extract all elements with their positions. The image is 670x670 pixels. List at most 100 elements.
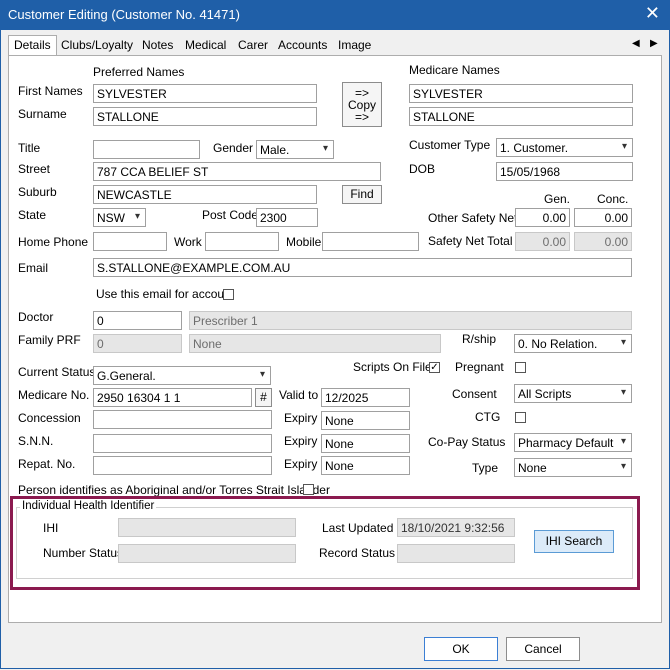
scripts-on-file-checkbox[interactable]: ✓ bbox=[429, 362, 440, 373]
concession-expiry-field[interactable]: None bbox=[321, 411, 410, 430]
suburb-label: Suburb bbox=[18, 185, 57, 199]
consent-label: Consent bbox=[452, 387, 497, 401]
gender-select[interactable]: Male. bbox=[256, 140, 334, 159]
mobile-label: Mobile bbox=[286, 235, 322, 249]
medicare-no-field[interactable]: 2950 16304 1 1 bbox=[93, 388, 252, 407]
tab-clubs-loyalty[interactable]: Clubs/Loyalty bbox=[61, 38, 133, 52]
close-icon[interactable]: ✕ bbox=[645, 3, 660, 24]
ihi-field bbox=[118, 518, 296, 537]
street-field[interactable]: 787 CCA BELIEF ST bbox=[93, 162, 381, 181]
scripts-on-file-label: Scripts On File bbox=[353, 360, 432, 374]
aboriginal-checkbox[interactable] bbox=[303, 484, 314, 495]
concession-field[interactable] bbox=[93, 410, 272, 429]
pregnant-checkbox[interactable] bbox=[515, 362, 526, 373]
ok-button[interactable]: OK bbox=[424, 637, 498, 661]
safety-net-total-gen-field: 0.00 bbox=[515, 232, 570, 251]
title-bar: Customer Editing (Customer No. 41471) ✕ bbox=[0, 0, 670, 30]
type-select[interactable]: None bbox=[514, 458, 632, 477]
street-label: Street bbox=[18, 162, 51, 176]
ihi-group-label: Individual Health Identifier bbox=[20, 500, 157, 512]
work-phone-field[interactable] bbox=[205, 232, 279, 251]
snn-expiry-label: Expiry bbox=[284, 434, 318, 448]
copay-status-label: Co-Pay Status bbox=[428, 435, 506, 449]
use-email-checkbox[interactable] bbox=[223, 289, 234, 300]
state-label: State bbox=[18, 208, 47, 222]
family-name-field: None bbox=[189, 334, 441, 353]
tab-medical[interactable]: Medical bbox=[185, 38, 226, 52]
rship-select[interactable]: 0. No Relation. bbox=[514, 334, 632, 353]
postcode-field[interactable]: 2300 bbox=[256, 208, 318, 227]
postcode-label: Post Code bbox=[202, 208, 259, 222]
customer-type-label: Customer Type bbox=[409, 138, 491, 152]
repat-expiry-field[interactable]: None bbox=[321, 456, 410, 475]
preferred-surname-field[interactable]: STALLONE bbox=[93, 107, 317, 126]
safety-net-total-label: Safety Net Total bbox=[428, 234, 513, 248]
rship-label: R/ship bbox=[462, 332, 497, 346]
medicare-no-label: Medicare No. bbox=[18, 388, 90, 402]
consent-select[interactable]: All Scripts bbox=[514, 384, 632, 403]
dob-field[interactable]: 15/05/1968 bbox=[496, 162, 633, 181]
suburb-field[interactable]: NEWCASTLE bbox=[93, 185, 317, 204]
gender-label: Gender bbox=[213, 141, 254, 155]
type-label: Type bbox=[472, 461, 499, 475]
family-prf-field: 0 bbox=[93, 334, 182, 353]
number-status-field bbox=[118, 544, 296, 563]
window-title: Customer Editing (Customer No. 41471) bbox=[8, 7, 240, 22]
title-label: Title bbox=[18, 141, 41, 155]
copay-status-select[interactable]: Pharmacy Default bbox=[514, 433, 632, 452]
repat-no-field[interactable] bbox=[93, 456, 272, 475]
doctor-label: Doctor bbox=[18, 310, 54, 324]
dob-label: DOB bbox=[409, 162, 436, 176]
copy-arrow-bottom: => bbox=[354, 110, 369, 124]
current-status-select[interactable]: G.General. bbox=[93, 366, 271, 385]
tab-notes[interactable]: Notes bbox=[142, 38, 173, 52]
ctg-label: CTG bbox=[475, 410, 501, 424]
conc-header: Conc. bbox=[597, 192, 629, 206]
tab-carer[interactable]: Carer bbox=[238, 38, 268, 52]
last-updated-label: Last Updated bbox=[322, 521, 394, 535]
ihi-search-button[interactable]: IHI Search bbox=[534, 530, 614, 553]
tab-next-icon[interactable]: ▶ bbox=[650, 38, 658, 49]
snn-field[interactable] bbox=[93, 434, 272, 453]
aboriginal-label: Person identifies as Aboriginal and/or T… bbox=[18, 483, 330, 497]
other-safety-net-conc-field[interactable]: 0.00 bbox=[574, 208, 632, 227]
repat-no-label: Repat. No. bbox=[18, 457, 76, 471]
prescriber-field: Prescriber 1 bbox=[189, 311, 632, 330]
preferred-first-name-field[interactable]: SYLVESTER bbox=[93, 84, 317, 103]
medicare-hash-button[interactable]: # bbox=[255, 388, 272, 407]
tab-image[interactable]: Image bbox=[338, 38, 371, 52]
title-field[interactable] bbox=[93, 140, 200, 159]
cancel-button[interactable]: Cancel bbox=[506, 637, 580, 661]
preferred-names-header: Preferred Names bbox=[93, 65, 185, 79]
doctor-field[interactable]: 0 bbox=[93, 311, 182, 330]
valid-to-label: Valid to bbox=[279, 388, 319, 402]
tab-prev-icon[interactable]: ◀ bbox=[632, 38, 640, 49]
copy-names-button[interactable]: => Copy => bbox=[342, 82, 382, 127]
last-updated-field: 18/10/2021 9:32:56 bbox=[397, 518, 515, 537]
customer-type-select[interactable]: 1. Customer. bbox=[496, 138, 633, 157]
snn-label: S.N.N. bbox=[18, 434, 54, 448]
use-email-label: Use this email for account bbox=[96, 287, 235, 301]
valid-to-field[interactable]: 12/2025 bbox=[321, 388, 410, 407]
medicare-surname-field[interactable]: STALLONE bbox=[409, 107, 633, 126]
gen-header: Gen. bbox=[544, 192, 571, 206]
snn-expiry-field[interactable]: None bbox=[321, 434, 410, 453]
concession-expiry-label: Expiry bbox=[284, 411, 318, 425]
record-status-field bbox=[397, 544, 515, 563]
surname-label: Surname bbox=[18, 107, 67, 121]
other-safety-net-gen-field[interactable]: 0.00 bbox=[515, 208, 570, 227]
home-phone-field[interactable] bbox=[93, 232, 167, 251]
ctg-checkbox[interactable] bbox=[515, 412, 526, 423]
pregnant-label: Pregnant bbox=[455, 360, 504, 374]
work-phone-label: Work bbox=[174, 235, 202, 249]
medicare-first-name-field[interactable]: SYLVESTER bbox=[409, 84, 633, 103]
email-field[interactable]: S.STALLONE@EXAMPLE.COM.AU bbox=[93, 258, 632, 277]
email-label: Email bbox=[18, 261, 49, 275]
number-status-label: Number Status bbox=[43, 546, 124, 560]
mobile-field[interactable] bbox=[322, 232, 419, 251]
tab-accounts[interactable]: Accounts bbox=[278, 38, 327, 52]
find-button[interactable]: Find bbox=[342, 185, 382, 204]
current-status-label: Current Status bbox=[18, 365, 96, 379]
state-select[interactable]: NSW bbox=[93, 208, 146, 227]
safety-net-total-conc-field: 0.00 bbox=[574, 232, 632, 251]
